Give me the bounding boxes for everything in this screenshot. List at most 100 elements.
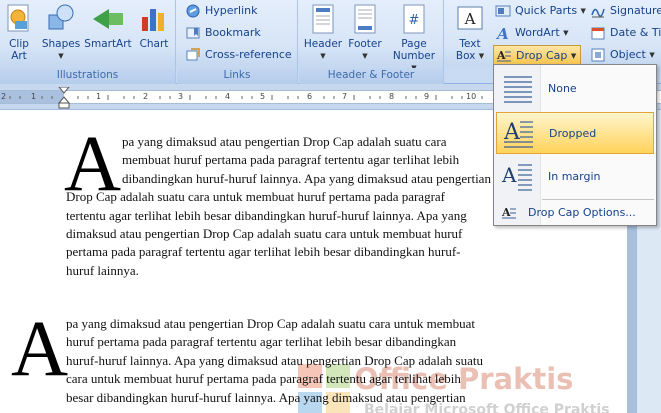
ruler-number: 8 [389, 92, 395, 101]
quick-parts-label: Quick Parts [515, 4, 578, 17]
wordart-button[interactable]: A WordArt ▼ [495, 23, 568, 43]
drop-cap-dropped-item[interactable]: A Dropped [496, 112, 654, 154]
hyperlink-label: Hyperlink [205, 4, 258, 17]
text-box-dropdown-arrow[interactable]: ▼ [479, 52, 484, 60]
group-label-illustrations: Illustrations [0, 68, 175, 84]
menu-separator [542, 199, 654, 200]
header-label: Header [303, 38, 343, 50]
drop-cap-options-item[interactable]: A Drop Cap Options... [496, 202, 654, 224]
drop-cap-options-label: Drop Cap Options... [528, 206, 636, 219]
cross-reference-icon [186, 48, 200, 61]
bookmark-button[interactable]: Bookmark [185, 23, 261, 43]
quick-parts-button[interactable]: Quick Parts ▼ [495, 1, 586, 21]
quick-parts-icon [495, 5, 511, 17]
text-box-label-2: Box [455, 50, 476, 62]
paragraph-line: tertentu agar terlihat lebih besar diban… [66, 207, 467, 223]
cross-reference-label: Cross-reference [205, 48, 292, 61]
ruler-number: 6 [307, 92, 313, 101]
group-label-header-footer: Header & Footer [299, 68, 443, 84]
paragraph-line: pertama pada paragraf tertentu agar terl… [66, 244, 461, 260]
ruler-number: 2 [1, 92, 7, 101]
wordart-icon: A [495, 25, 509, 41]
drop-cap-none-label: None [548, 82, 577, 95]
page-number-label-1: Page [401, 38, 427, 50]
paragraph-line: huruf pertama pada paragraf tertentu aga… [66, 334, 457, 350]
date-time-label: Date & Tim [610, 26, 661, 39]
ruler-number: 1 [96, 92, 102, 101]
clip-art-label-2: Art [11, 50, 27, 62]
hyperlink-button[interactable]: Hyperlink [185, 1, 258, 21]
drop-cap-dropdown-arrow[interactable]: ▼ [571, 52, 576, 60]
paragraph-line: pa yang dimaksud atau pengertian Drop Ca… [122, 134, 447, 149]
drop-cap-menu: None A Dropped A In margin A Drop Cap Op… [493, 64, 657, 226]
header-button[interactable]: Header ▼ [302, 3, 344, 62]
drop-cap-dropped-icon: A [503, 120, 533, 148]
chart-icon [142, 9, 164, 31]
group-links: Hyperlink Bookmark Cross-reference Links [177, 0, 298, 84]
smartart-icon [93, 9, 123, 29]
group-label-links: Links [177, 68, 297, 84]
group-illustrations: Clip Art Shapes ▼ SmartArt Chart Illustr… [0, 0, 176, 84]
shapes-label: Shapes [41, 38, 81, 50]
footer-button[interactable]: Footer ▼ [345, 3, 385, 62]
svg-text:A: A [503, 120, 521, 145]
date-time-button[interactable]: Date & Tim [590, 23, 661, 43]
shapes-dropdown-arrow[interactable]: ▼ [58, 52, 63, 60]
smartart-label: SmartArt [84, 38, 132, 50]
object-label: Object [610, 48, 646, 61]
signature-icon [591, 8, 605, 18]
clip-art-icon [7, 4, 29, 32]
object-button[interactable]: Object ▼ [590, 45, 655, 65]
paragraph-line: membuat huruf pertama pada paragraf tert… [122, 152, 460, 168]
svg-text:A: A [496, 49, 506, 62]
smartart-button[interactable]: SmartArt [84, 3, 132, 50]
chart-button[interactable]: Chart [136, 3, 172, 50]
drop-cap-icon: A [496, 49, 511, 62]
drop-cap-options-icon: A [501, 206, 516, 219]
drop-cap-in-margin-item[interactable]: A In margin [496, 156, 654, 198]
drop-cap-in-margin-icon: A [501, 163, 532, 191]
header-icon [312, 4, 334, 34]
page-number-button[interactable]: # Page Number ▼ [389, 3, 439, 74]
shapes-button[interactable]: Shapes ▼ [40, 3, 82, 62]
svg-text:A: A [501, 206, 511, 219]
drop-cap-dropped-label: Dropped [549, 127, 597, 140]
ruler-number: 1 [31, 92, 37, 101]
page-number-label-2: Number [392, 50, 436, 62]
wordart-dropdown-arrow[interactable]: ▼ [563, 29, 568, 37]
svg-text:A: A [501, 163, 517, 187]
paragraph-line: Drop Cap adalah suatu cara untuk membuat… [66, 189, 446, 205]
object-dropdown-arrow[interactable]: ▼ [649, 51, 654, 59]
bookmark-label: Bookmark [205, 26, 261, 39]
paragraph-line: pa yang dimaksud atau pengertian Drop Ca… [66, 316, 476, 331]
drop-cap-button[interactable]: A Drop Cap ▼ [493, 45, 582, 66]
shapes-icon [48, 4, 74, 30]
signature-button[interactable]: Signature [590, 1, 661, 21]
header-dropdown-arrow[interactable]: ▼ [320, 52, 325, 60]
paragraph-2: pa yang dimaksud atau pengertian Drop Ca… [66, 315, 544, 407]
svg-text:A: A [464, 10, 476, 28]
drop-cap-none-item[interactable]: None [496, 68, 654, 110]
ruler-number: 10 [466, 92, 477, 101]
cross-reference-button[interactable]: Cross-reference [185, 45, 292, 65]
clip-art-button[interactable]: Clip Art [3, 3, 35, 62]
ruler-number: 4 [225, 92, 231, 101]
in-margin-cap-letter: A [11, 306, 69, 393]
paragraph-line: huruf lainnya. [66, 262, 139, 278]
paragraph-line: dimaksud atau pengertian Drop Cap adalah… [66, 226, 463, 242]
paragraph-line: cara untuk membuat huruf pertama pada pa… [66, 371, 461, 387]
calendar-icon [591, 27, 605, 40]
footer-icon [354, 4, 376, 34]
text-box-button[interactable]: A Text Box ▼ [451, 3, 489, 62]
ruler-number: 9 [424, 92, 430, 101]
paragraph-line: dibandingkan huruf-huruf lainnya. Apa ya… [122, 170, 491, 186]
footer-dropdown-arrow[interactable]: ▼ [362, 52, 367, 60]
page-number-icon: # [403, 4, 425, 34]
wordart-label: WordArt [515, 26, 560, 39]
ruler-number: 7 [342, 92, 348, 101]
quick-parts-dropdown-arrow[interactable]: ▼ [581, 7, 586, 15]
drop-cap-label: Drop Cap [516, 49, 568, 62]
ruler-number: 2 [143, 92, 149, 101]
ruler-number: 5 [260, 92, 266, 101]
text-box-icon: A [457, 6, 483, 30]
